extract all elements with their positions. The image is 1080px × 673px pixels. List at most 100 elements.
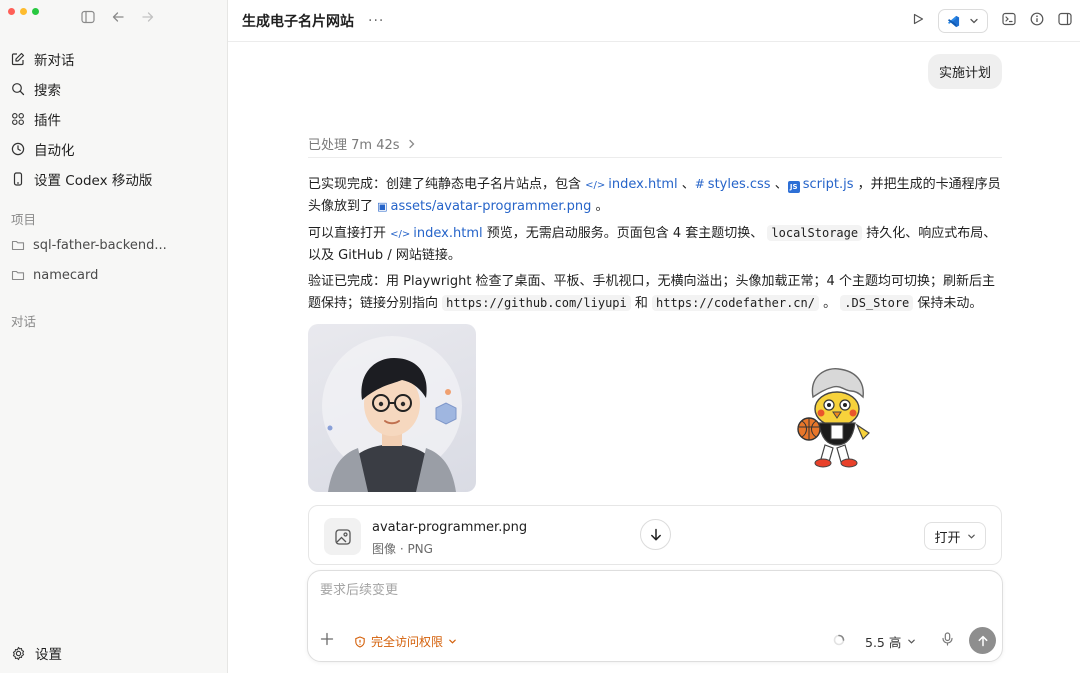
- inline-code: localStorage: [767, 225, 863, 241]
- sidebar-top-controls: [80, 9, 156, 25]
- sidebar-item-mobile[interactable]: 设置 Codex 移动版: [0, 164, 228, 194]
- edit-icon: [11, 52, 25, 66]
- response-paragraph-3: 验证已完成：用 Playwright 检查了桌面、平板、手机视口，无横向溢出；头…: [308, 272, 1002, 314]
- message-composer: 完全访问权限 5.5 高: [307, 570, 1003, 662]
- arrow-up-icon: [978, 635, 987, 646]
- mascot-illustration: [793, 367, 879, 471]
- text: 。: [591, 198, 609, 214]
- text: 、: [770, 177, 788, 192]
- chevron-right-icon: [408, 139, 414, 148]
- file-thumbnail: [324, 518, 361, 555]
- shield-alert-icon: [355, 635, 365, 648]
- info-button[interactable]: [1030, 12, 1044, 30]
- inline-code: .DS_Store: [840, 294, 914, 311]
- text: 、: [677, 177, 695, 192]
- send-button[interactable]: [969, 627, 996, 654]
- link-text: assets/avatar-programmer.png: [390, 198, 592, 214]
- sidebar-item-search[interactable]: 搜索: [0, 74, 228, 104]
- file-link-index-html[interactable]: </> index.html: [390, 226, 482, 241]
- open-file-button[interactable]: 打开: [924, 522, 986, 550]
- sidebar-project-sql-father[interactable]: sql-father-backend...: [0, 230, 228, 260]
- voice-input-button[interactable]: [941, 632, 954, 650]
- plugins-icon: [12, 113, 24, 125]
- chevron-down-icon: [908, 639, 916, 644]
- js-file-icon: JS: [787, 181, 800, 193]
- file-name: avatar-programmer.png: [372, 520, 528, 535]
- sidebar-item-label: 插件: [34, 113, 61, 129]
- search-icon: [12, 83, 25, 96]
- minimize-window-button[interactable]: [20, 8, 27, 15]
- back-arrow-icon[interactable]: [110, 9, 126, 25]
- close-window-button[interactable]: [8, 8, 15, 15]
- chevron-down-icon: [970, 18, 978, 24]
- permission-label: 完全访问权限: [371, 635, 444, 649]
- divider: [308, 157, 1002, 158]
- vscode-icon: [947, 15, 960, 27]
- link-text: script.js: [802, 177, 854, 192]
- sidebar-item-label: 新对话: [34, 53, 75, 69]
- terminal-icon: [1002, 12, 1016, 26]
- sidebar-item-new-chat[interactable]: 新对话: [0, 44, 228, 74]
- link-text: styles.css: [707, 177, 771, 192]
- run-button[interactable]: [912, 13, 924, 29]
- chat-area: 实施计划 已处理 7m 42s 已实现完成：创建了纯静态电子名片站点，包含 </…: [228, 42, 1080, 673]
- play-icon: [913, 13, 924, 25]
- sidebar-toggle-icon[interactable]: [80, 9, 96, 25]
- follow-up-input[interactable]: [320, 583, 920, 598]
- zoom-window-button[interactable]: [32, 8, 39, 15]
- phone-icon: [13, 172, 23, 186]
- text: 预览，无需启动服务。页面包含 4 套主题切换、: [482, 226, 768, 241]
- sidebar-settings-button[interactable]: 设置: [11, 641, 62, 665]
- user-message-bubble: 实施计划: [927, 54, 1002, 89]
- right-panel-toggle-button[interactable]: [1058, 12, 1072, 30]
- more-options-button[interactable]: ···: [368, 13, 384, 29]
- inline-code: https://github.com/liyupi: [442, 294, 631, 311]
- file-link-avatar-png[interactable]: ▣ assets/avatar-programmer.png: [377, 199, 591, 214]
- file-attachment-card[interactable]: avatar-programmer.png 图像 · PNG 打开: [308, 505, 1002, 565]
- text: 可以直接打开: [308, 226, 391, 241]
- sidebar-project-namecard[interactable]: namecard: [0, 260, 228, 290]
- window-controls: [8, 8, 39, 15]
- microphone-icon: [942, 632, 953, 646]
- projects-section-label: 项目: [11, 211, 37, 227]
- download-button[interactable]: [640, 519, 671, 550]
- text: 保持未动。: [913, 295, 983, 311]
- text: 已实现完成：创建了纯静态电子名片站点，包含: [308, 177, 586, 192]
- settings-label: 设置: [35, 647, 62, 663]
- forward-arrow-icon[interactable]: [140, 9, 156, 25]
- model-selector[interactable]: 5.5 高: [865, 632, 916, 651]
- model-label: 5.5 高: [865, 635, 902, 650]
- file-link-styles-css[interactable]: # styles.css: [695, 177, 771, 192]
- conversations-section-label: 对话: [11, 313, 37, 329]
- avatar-image-preview[interactable]: [308, 324, 476, 492]
- sidebar-item-plugins[interactable]: 插件: [0, 104, 228, 134]
- processed-label: 已处理 7m 42s: [308, 138, 400, 153]
- inline-code: https://codefather.cn/: [652, 294, 819, 311]
- processed-toggle[interactable]: 已处理 7m 42s: [308, 134, 416, 153]
- terminal-button[interactable]: [1002, 12, 1016, 30]
- sidebar-item-automation[interactable]: 自动化: [0, 134, 228, 164]
- download-arrow-icon: [650, 528, 661, 540]
- access-permission-dropdown[interactable]: 完全访问权限: [354, 633, 457, 650]
- file-type: 图像 · PNG: [372, 542, 433, 556]
- file-link-index-html[interactable]: </> index.html: [585, 177, 677, 192]
- sidebar-item-label: 搜索: [34, 83, 61, 99]
- folder-icon: [11, 240, 25, 251]
- image-file-icon: ▣: [377, 199, 388, 213]
- folder-icon: [11, 270, 25, 281]
- code-file-icon: </>: [585, 180, 606, 191]
- sidebar: 新对话 搜索 插件 自动化 设置 Codex 移动版 项目 sql-father…: [0, 0, 228, 673]
- chevron-down-icon: [449, 639, 456, 644]
- file-link-script-js[interactable]: JS script.js: [787, 177, 854, 193]
- add-attachment-button[interactable]: [320, 631, 334, 651]
- response-paragraph-2: 可以直接打开 </> index.html 预览，无需启动服务。页面包含 4 套主…: [308, 223, 1002, 266]
- link-text: index.html: [413, 226, 483, 241]
- conversation-header: 生成电子名片网站 ···: [228, 0, 1080, 42]
- open-in-editor-button[interactable]: [938, 9, 988, 33]
- response-paragraph-1: 已实现完成：创建了纯静态电子名片站点，包含 </> index.html 、# st…: [308, 174, 1002, 217]
- sidebar-item-label: 设置 Codex 移动版: [34, 173, 153, 189]
- code-file-icon: </>: [390, 229, 411, 240]
- project-label: namecard: [33, 267, 99, 283]
- text: 。: [818, 295, 841, 311]
- chevron-down-icon: [967, 534, 975, 539]
